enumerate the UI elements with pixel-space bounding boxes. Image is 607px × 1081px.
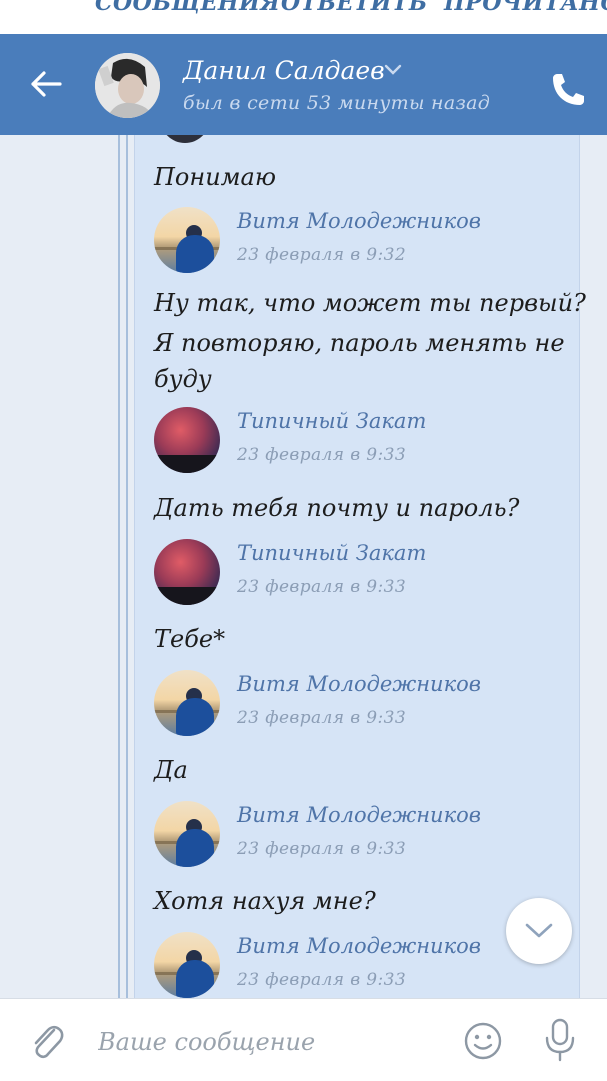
- contact-name[interactable]: Данил Салдаев: [183, 56, 385, 85]
- sender-time: 23 февраля в 9:33: [237, 708, 407, 728]
- sender-avatar[interactable]: [154, 801, 220, 867]
- back-arrow-icon: [31, 71, 62, 97]
- message-sender: Витя Молодежников 23 февраля в 9:33: [154, 932, 554, 998]
- scroll-down-button[interactable]: [506, 898, 572, 964]
- chevron-down-icon[interactable]: [384, 64, 402, 76]
- phone-icon[interactable]: [546, 68, 590, 112]
- sender-avatar[interactable]: [154, 932, 220, 998]
- sender-avatar[interactable]: [154, 407, 220, 473]
- message-text: Дать тебя почту и пароль?: [154, 494, 520, 522]
- message-sender: Типичный Закат 23 февраля в 9:33: [154, 539, 554, 609]
- message-text: Да: [154, 756, 188, 784]
- sender-name[interactable]: Типичный Закат: [237, 409, 426, 433]
- message-sender: Витя Молодежников 23 февраля в 9:32: [154, 207, 554, 277]
- sender-time: 23 февраля в 9:32: [237, 245, 407, 265]
- contact-status: был в сети 53 минуты назад: [183, 92, 491, 114]
- message-text: Понимаю: [154, 163, 276, 191]
- action-reply[interactable]: ОТВЕТИТЬ: [281, 0, 428, 16]
- message-sender: Витя Молодежников 23 февраля в 9:33: [154, 670, 554, 740]
- sender-avatar[interactable]: [154, 539, 220, 605]
- message-text-line: буду: [154, 365, 212, 393]
- action-messages[interactable]: СООБЩЕНИЯ: [95, 0, 280, 16]
- sender-time: 23 февраля в 9:33: [237, 445, 407, 465]
- sender-name[interactable]: Витя Молодежников: [237, 209, 481, 233]
- message-composer: [0, 998, 607, 1081]
- sender-time: 23 февраля в 9:33: [237, 577, 407, 597]
- chat-area[interactable]: Понимаю Витя Молодежников 23 февраля в 9…: [0, 135, 607, 998]
- paperclip-icon[interactable]: [28, 1021, 66, 1061]
- sender-time: 23 февраля в 9:33: [237, 839, 407, 859]
- avatar-photo: [95, 53, 160, 118]
- contact-avatar[interactable]: [95, 53, 160, 118]
- scroll-down-chevron-icon: [525, 923, 553, 938]
- message-text: Тебе*: [154, 625, 226, 653]
- sender-avatar[interactable]: [154, 670, 220, 736]
- sender-avatar[interactable]: [154, 207, 220, 273]
- action-mark-read[interactable]: ПРОЧИТАНО: [444, 0, 607, 16]
- back-button[interactable]: [24, 62, 68, 106]
- notification-actions: СООБЩЕНИЯ ОТВЕТИТЬ ПРОЧИТАНО: [0, 0, 607, 34]
- forwarded-lines: [118, 135, 134, 998]
- message-text: Хотя нахуя мне?: [154, 887, 376, 915]
- microphone-icon[interactable]: [540, 1017, 580, 1063]
- sender-name[interactable]: Типичный Закат: [237, 541, 426, 565]
- message-text-line: Я повторяю, пароль менять не: [154, 329, 565, 357]
- chat-header: Данил Салдаев был в сети 53 минуты назад: [0, 34, 607, 135]
- sender-name[interactable]: Витя Молодежников: [237, 672, 481, 696]
- sender-name[interactable]: Витя Молодежников: [237, 934, 481, 958]
- message-sender: Типичный Закат 23 февраля в 9:33: [154, 407, 554, 477]
- sender-time: 23 февраля в 9:33: [237, 970, 407, 990]
- emoji-icon[interactable]: [463, 1021, 503, 1061]
- message-sender: Витя Молодежников 23 февраля в 9:33: [154, 801, 554, 871]
- sender-name[interactable]: Витя Молодежников: [237, 803, 481, 827]
- message-text-line: Ну так, что может ты первый?: [154, 289, 586, 317]
- message-input[interactable]: [96, 1021, 450, 1063]
